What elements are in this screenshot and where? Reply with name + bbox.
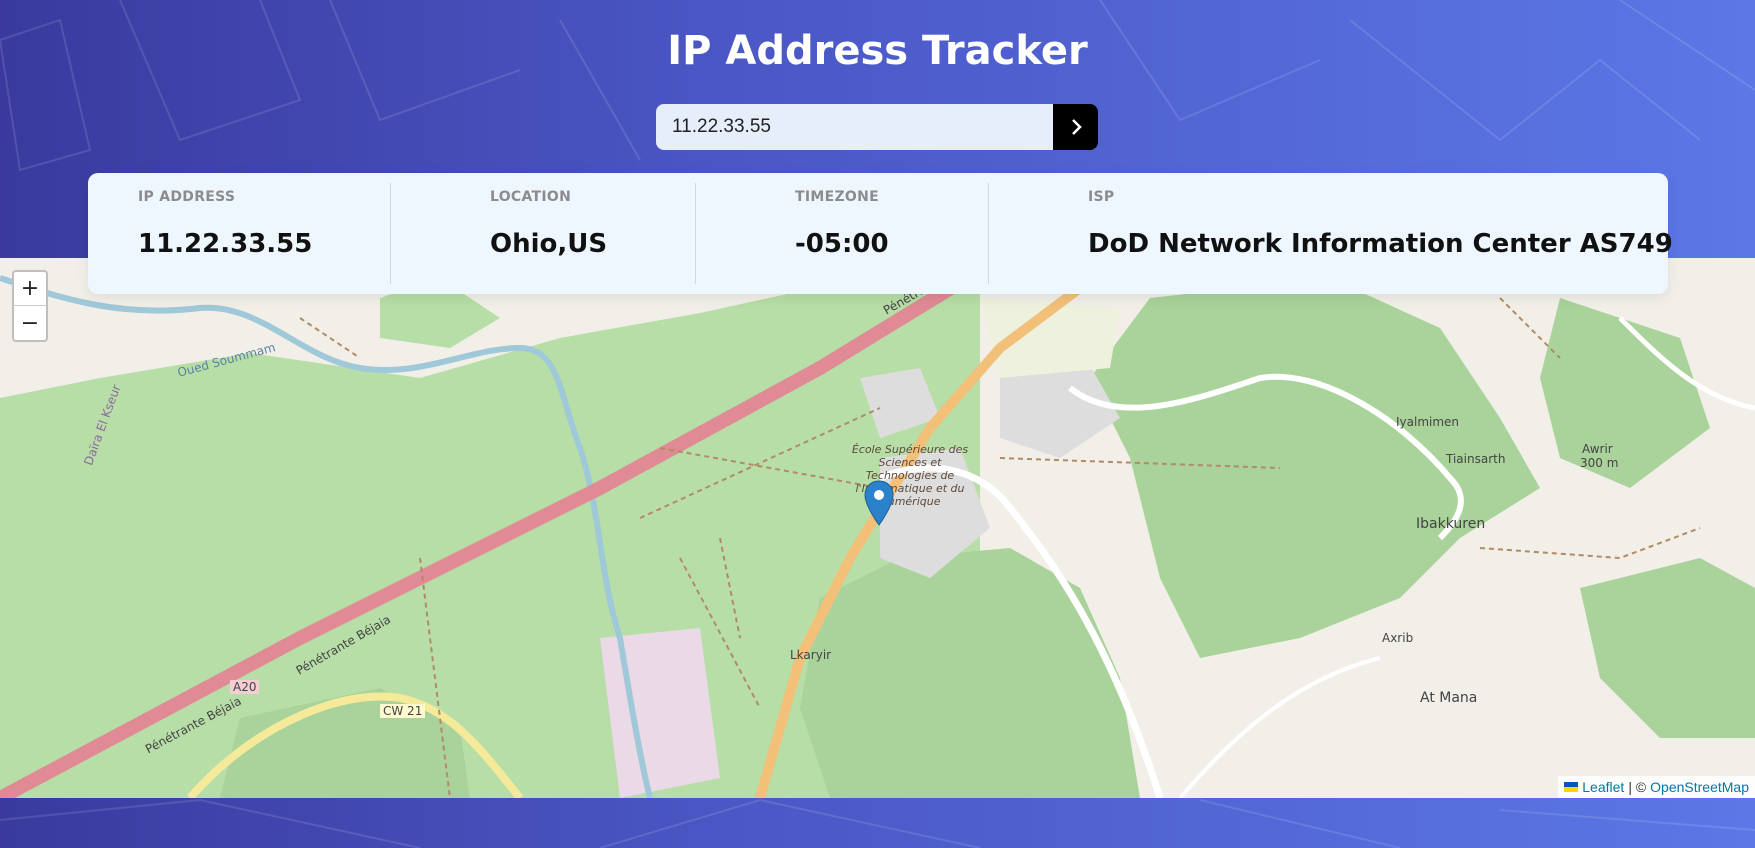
ip-search-input[interactable] [656,104,1053,150]
map-label-cw21: CW 21 [380,704,426,718]
ip-column: IP ADDRESS 11.22.33.55 [88,173,390,294]
leaflet-link[interactable]: Leaflet [1582,779,1624,795]
map[interactable]: Oued Soummam Daïra El Kseur Pénétrante B… [0,258,1755,798]
timezone-column: TIMEZONE -05:00 [695,173,988,294]
isp-value: DoD Network Information Center AS749 [1088,229,1673,259]
search-submit-button[interactable] [1053,104,1098,150]
map-label-awrir-alt: 300 m [1580,456,1619,470]
isp-column: ISP DoD Network Information Center AS749 [988,173,1673,294]
map-label-axrib: Axrib [1382,631,1414,645]
attribution-separator: | © [1628,779,1647,795]
location-column: LOCATION Ohio,US [390,173,695,294]
map-label-atmana: At Mana [1420,690,1478,706]
timezone-label: TIMEZONE [795,189,879,205]
map-label-ibakkuren: Ibakkuren [1416,516,1486,532]
page-title: IP Address Tracker [667,28,1088,74]
ukraine-flag-icon [1564,782,1579,792]
map-label-a20: A20 [230,680,260,694]
info-card: IP ADDRESS 11.22.33.55 LOCATION Ohio,US … [88,173,1673,294]
zoom-in-button[interactable]: + [14,272,46,306]
ip-search-form [656,104,1098,150]
chevron-right-icon [1071,119,1082,135]
map-label-iyalmimen: Iyalmimen [1396,415,1460,429]
timezone-value: -05:00 [795,229,889,259]
location-marker-icon[interactable] [864,480,894,526]
location-value: Ohio,US [490,229,608,259]
location-label: LOCATION [490,189,572,205]
map-label-awrir: Awrir [1582,442,1613,456]
openstreetmap-link[interactable]: OpenStreetMap [1650,779,1749,795]
ip-value: 11.22.33.55 [138,229,313,259]
zoom-control: + − [12,270,48,342]
map-attribution: Leaflet | © OpenStreetMap [1558,776,1755,798]
ip-label: IP ADDRESS [138,189,236,205]
map-label-lkaryir: Lkaryir [790,648,832,662]
map-tiles [0,258,1755,798]
map-label-tiainsarth: Tiainsarth [1446,452,1506,466]
isp-label: ISP [1088,189,1115,205]
zoom-out-button[interactable]: − [14,306,46,340]
